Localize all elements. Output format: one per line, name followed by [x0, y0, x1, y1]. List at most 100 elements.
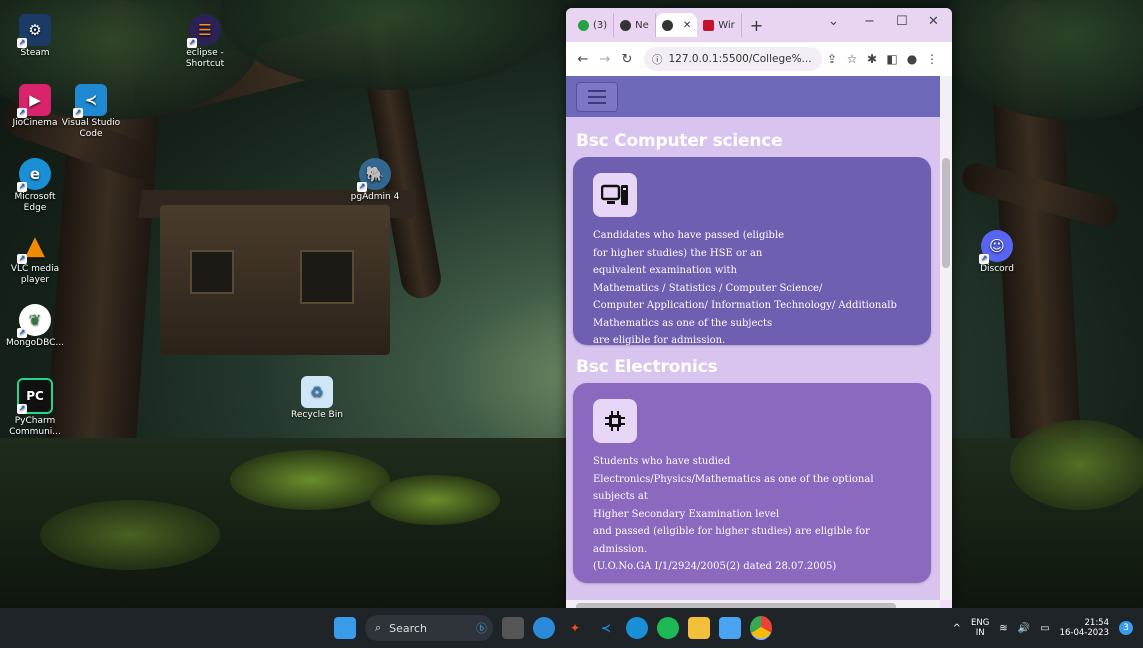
edge-taskbar-icon[interactable]	[626, 617, 648, 639]
minimize-button[interactable]: −	[864, 14, 875, 29]
share-icon[interactable]: ⇪	[822, 52, 842, 66]
desktop-icon-steam[interactable]: ⚙ ↗ Steam	[4, 14, 66, 59]
mongodb-icon: ❦ ↗	[17, 304, 51, 338]
taskbar-search[interactable]: ⌕ Search ⓑ	[365, 615, 493, 641]
tab-strip: (3) Ne ✕ Wir + ⌄ − ☐ ✕	[566, 8, 952, 42]
task-view-icon[interactable]	[502, 617, 524, 639]
desktop-icon-label: MongoDBC...	[5, 338, 64, 348]
desktop-icon-label: Discord	[980, 264, 1014, 274]
whatsapp-icon	[578, 19, 589, 31]
vertical-scrollbar[interactable]	[940, 76, 952, 600]
desktop-icon-vscode[interactable]: ≺ ↗ Visual Studio Code	[60, 84, 122, 140]
taskbar: ⌕ Search ⓑ ✦ ≺ ^ ENG IN ≋ 🔊 ▭ 21:54 16-0…	[0, 608, 1143, 648]
card-text-line: equivalent examination with	[593, 265, 737, 276]
desktop-icon-edge[interactable]: e ↗ Microsoft Edge	[4, 158, 66, 214]
card-text-line: Mathematics / Statistics / Computer Scie…	[593, 282, 823, 294]
desktop-icon-label: Microsoft Edge	[14, 192, 56, 213]
desktop-icon-vlc[interactable]: ▲ ↗ VLC media player	[4, 230, 66, 286]
search-icon: ⌕	[375, 621, 382, 634]
tab-close-icon[interactable]: ✕	[683, 20, 691, 31]
chrome-active-icon[interactable]	[750, 616, 772, 640]
computer-icon	[593, 173, 637, 217]
vertical-scrollbar-thumb[interactable]	[942, 158, 950, 268]
language-indicator[interactable]: ENG IN	[971, 618, 989, 638]
section-title-computer-science: Bsc Computer science	[576, 131, 783, 151]
desktop-icon-jiocinema[interactable]: ▶ ↗ JioCinema	[4, 84, 66, 129]
maximize-button[interactable]: ☐	[896, 14, 908, 29]
hamburger-menu-icon[interactable]	[576, 82, 618, 112]
wifi-icon[interactable]: ≋	[999, 623, 1007, 634]
desktop-icon-pgadmin[interactable]: 🐘 ↗ pgAdmin 4	[344, 158, 406, 203]
profile-avatar-icon[interactable]: ●	[902, 52, 922, 66]
tab-label: Wir	[718, 19, 735, 31]
search-label: Search	[389, 621, 427, 635]
tab-whatsapp[interactable]: (3)	[572, 13, 615, 37]
tab-search-dropdown[interactable]: ⌄	[828, 14, 839, 29]
navbar	[566, 76, 940, 117]
recycle-bin-icon: ♻	[301, 376, 333, 408]
pgadmin-icon: 🐘 ↗	[357, 158, 391, 192]
info-icon[interactable]: ⓘ	[652, 52, 663, 67]
card-text-line: admission.	[593, 543, 648, 555]
tab-active[interactable]: ✕	[655, 13, 698, 37]
clock[interactable]: 21:54 16-04-2023	[1060, 618, 1109, 638]
chevron-up-icon[interactable]: ^	[953, 623, 961, 634]
battery-icon[interactable]: ▭	[1040, 623, 1049, 634]
tab-label: (3)	[593, 19, 608, 31]
volume-icon[interactable]: 🔊	[1018, 623, 1030, 634]
web-page: Bsc Computer science Candidates who have…	[566, 76, 940, 600]
steam-icon: ⚙ ↗	[17, 14, 51, 48]
section-title-electronics: Bsc Electronics	[576, 357, 718, 377]
bookmark-star-icon[interactable]: ☆	[842, 52, 862, 66]
side-panel-icon[interactable]: ◧	[882, 52, 902, 66]
file-explorer-icon[interactable]	[688, 617, 710, 639]
reload-icon[interactable]: ↻	[616, 52, 638, 67]
edge-icon: e ↗	[17, 158, 51, 192]
desktop-icon-discord[interactable]: ☺ ↗ Discord	[966, 230, 1028, 275]
tab-label: Ne	[635, 19, 649, 31]
desktop-icon-label: pgAdmin 4	[350, 192, 400, 202]
jiocinema-icon: ▶ ↗	[17, 84, 51, 118]
spotify-icon[interactable]	[657, 617, 679, 639]
figma-icon[interactable]: ✦	[564, 617, 586, 639]
new-tab-button[interactable]: +	[742, 16, 771, 35]
windows-start-icon[interactable]	[334, 617, 356, 639]
desktop-icon-mongodb[interactable]: ❦ ↗ MongoDBC...	[4, 304, 66, 349]
vscode-taskbar-icon[interactable]: ≺	[595, 617, 617, 639]
vlc-icon: ▲ ↗	[17, 230, 45, 264]
desktop-icon-label: eclipse - Shortcut	[185, 48, 225, 69]
tab-wir[interactable]: Wir	[697, 13, 742, 37]
tab-chatgpt[interactable]: Ne	[614, 13, 656, 37]
taskbar-apps: ⌕ Search ⓑ ✦ ≺	[334, 608, 772, 648]
card-text-line: and passed (eligible for higher studies)…	[593, 526, 870, 537]
discord-icon: ☺ ↗	[979, 230, 1013, 264]
forward-arrow-icon[interactable]: →	[594, 52, 616, 67]
desktop-icon-label: JioCinema	[12, 118, 58, 128]
extensions-icon[interactable]: ✱	[862, 52, 882, 66]
course-card-computer-science: Candidates who have passed (eligible for…	[573, 157, 931, 346]
card-text-line: are eligible for admission.	[593, 335, 726, 346]
desktop-icon-eclipse[interactable]: ☰ ↗ eclipse - Shortcut	[174, 14, 236, 70]
mt-icon	[703, 19, 715, 31]
chrome-taskbar-icon[interactable]	[533, 617, 555, 639]
desktop-icon-label: Recycle Bin	[291, 410, 343, 420]
card-text-line: Computer Application/ Information Techno…	[593, 300, 897, 311]
desktop-icon-label: PyCharm Communi...	[9, 416, 61, 437]
menu-kebab-icon[interactable]: ⋮	[922, 52, 942, 66]
vscode-icon: ≺ ↗	[73, 84, 107, 118]
browser-window: (3) Ne ✕ Wir + ⌄ − ☐ ✕ ← → ↻ ⓘ 127.0.0.1…	[566, 8, 952, 614]
close-button[interactable]: ✕	[928, 14, 939, 29]
desktop-icon-recycle-bin[interactable]: ♻ Recycle Bin	[286, 376, 348, 421]
card-text-line: Students who have studied	[593, 456, 731, 467]
pycharm-icon: PC ↗	[17, 378, 53, 414]
desktop-icon-pycharm[interactable]: PC ↗ PyCharm Communi...	[4, 378, 66, 438]
notepad-icon[interactable]	[719, 617, 741, 639]
desktop-icon-label: Steam	[20, 48, 50, 58]
card-text-line: Electronics/Physics/Mathematics as one o…	[593, 473, 874, 485]
notification-badge[interactable]: 3	[1119, 621, 1133, 635]
back-arrow-icon[interactable]: ←	[572, 52, 594, 67]
bing-icon: ⓑ	[476, 622, 487, 635]
system-tray: ^ ENG IN ≋ 🔊 ▭ 21:54 16-04-2023 3	[953, 608, 1133, 648]
card-text-line: (U.O.No.GA I/1/2924/2005(2) dated 28.07.…	[593, 561, 837, 572]
url-field[interactable]: ⓘ 127.0.0.1:5500/College%...	[644, 47, 822, 71]
